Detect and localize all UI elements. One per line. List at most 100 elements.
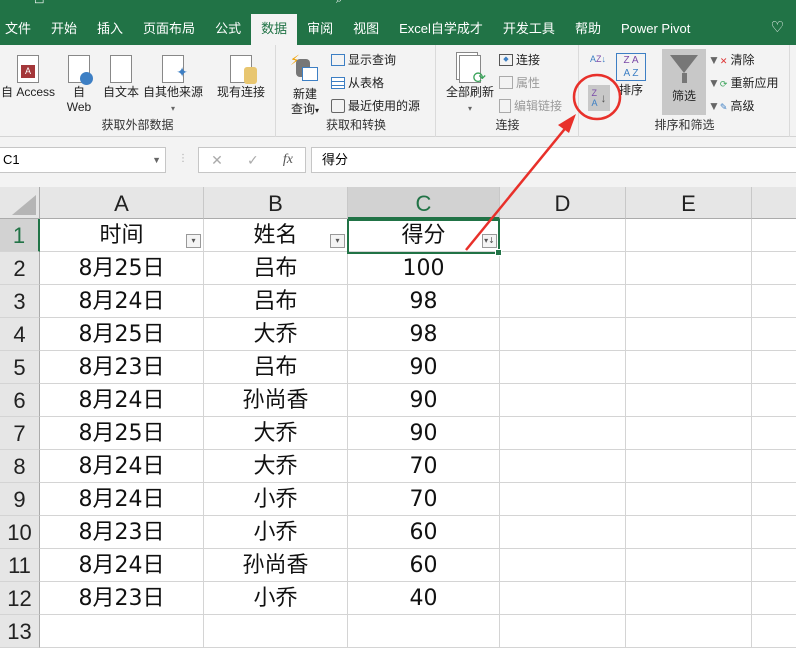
cell[interactable] — [752, 318, 796, 351]
cell[interactable]: 8月23日 — [40, 351, 204, 384]
show-queries-button[interactable]: 显示查询 — [331, 51, 396, 68]
existing-connections-button[interactable]: 现有连接 — [212, 49, 270, 100]
cell[interactable] — [500, 582, 626, 615]
row-header[interactable]: 6 — [0, 384, 40, 417]
cell[interactable]: 姓名 ▾ — [204, 219, 348, 252]
cell[interactable] — [204, 615, 348, 648]
row-header[interactable]: 1 — [0, 219, 40, 252]
cell[interactable]: 大乔 — [204, 450, 348, 483]
column-header-e[interactable]: E — [626, 187, 752, 219]
tab-5[interactable]: 数据 — [251, 14, 298, 45]
cell[interactable]: 98 — [348, 285, 500, 318]
cell[interactable]: 吕布 — [204, 252, 348, 285]
cell[interactable] — [626, 219, 752, 252]
cell[interactable]: 孙尚香 — [204, 384, 348, 417]
cell[interactable] — [752, 615, 796, 648]
cell[interactable]: 90 — [348, 417, 500, 450]
from-table-button[interactable]: 从表格 — [331, 74, 384, 91]
print-preview-icon[interactable]: ⌕ — [336, 0, 342, 6]
cell[interactable] — [348, 615, 500, 648]
column-header-f[interactable] — [752, 187, 796, 219]
cell[interactable]: 8月25日 — [40, 318, 204, 351]
cell[interactable]: 8月24日 — [40, 483, 204, 516]
cell[interactable] — [752, 417, 796, 450]
reapply-button[interactable]: ▼⟳ 重新应用 — [708, 74, 778, 91]
filter-button[interactable]: 筛选 — [662, 49, 706, 115]
sort-button[interactable]: Z AA Z 排序 — [614, 49, 648, 98]
cell[interactable] — [40, 615, 204, 648]
refresh-all-button[interactable]: ⟳ 全部刷新 ▾ — [441, 49, 499, 116]
cell[interactable] — [752, 450, 796, 483]
cell[interactable] — [626, 483, 752, 516]
cell[interactable] — [626, 549, 752, 582]
row-header[interactable]: 2 — [0, 252, 40, 285]
tab-0[interactable]: 文件 — [0, 14, 41, 45]
cell[interactable] — [752, 285, 796, 318]
cell[interactable] — [500, 318, 626, 351]
tab-8[interactable]: Excel自学成才 — [389, 14, 493, 45]
row-header[interactable]: 8 — [0, 450, 40, 483]
tell-me-lightbulb-icon[interactable]: ♡ — [771, 18, 784, 36]
row-header[interactable]: 4 — [0, 318, 40, 351]
cell[interactable] — [626, 285, 752, 318]
cell[interactable]: 8月23日 — [40, 516, 204, 549]
tab-7[interactable]: 视图 — [343, 14, 389, 45]
cell[interactable] — [500, 417, 626, 450]
chevron-down-icon[interactable]: ▼ — [152, 148, 161, 172]
cell[interactable] — [626, 351, 752, 384]
tab-6[interactable]: 审阅 — [297, 14, 343, 45]
tab-1[interactable]: 开始 — [41, 14, 87, 45]
select-all-button[interactable] — [0, 187, 40, 219]
cell[interactable]: 70 — [348, 483, 500, 516]
cell[interactable] — [626, 615, 752, 648]
row-header[interactable]: 9 — [0, 483, 40, 516]
cell[interactable] — [500, 219, 626, 252]
tab-11[interactable]: Power Pivot — [611, 14, 700, 45]
cell[interactable] — [500, 615, 626, 648]
filter-dropdown-icon[interactable]: ▾ — [186, 234, 201, 248]
connections-button[interactable]: ◆ 连接 — [499, 51, 540, 68]
cell[interactable]: 8月24日 — [40, 549, 204, 582]
cell[interactable]: 8月24日 — [40, 450, 204, 483]
cell[interactable] — [626, 417, 752, 450]
cell[interactable]: 60 — [348, 516, 500, 549]
cell[interactable]: 小乔 — [204, 582, 348, 615]
row-header[interactable]: 10 — [0, 516, 40, 549]
cell[interactable]: 吕布 — [204, 285, 348, 318]
cell[interactable] — [752, 483, 796, 516]
column-header-d[interactable]: D — [500, 187, 626, 219]
cell[interactable]: 吕布 — [204, 351, 348, 384]
cell[interactable]: 得分 ▾↓ — [348, 219, 500, 252]
row-header[interactable]: 7 — [0, 417, 40, 450]
cell[interactable] — [626, 450, 752, 483]
tab-9[interactable]: 开发工具 — [493, 14, 565, 45]
cell[interactable] — [626, 516, 752, 549]
cell[interactable]: 8月25日 — [40, 252, 204, 285]
cell[interactable]: 70 — [348, 450, 500, 483]
cell[interactable] — [752, 549, 796, 582]
cell[interactable] — [500, 285, 626, 318]
row-header[interactable]: 5 — [0, 351, 40, 384]
cell[interactable]: 小乔 — [204, 516, 348, 549]
cell[interactable] — [752, 516, 796, 549]
sort-ascending-button[interactable]: AZ↓ — [590, 55, 606, 64]
clear-filter-button[interactable]: ▼✕ 清除 — [708, 51, 754, 68]
column-header-a[interactable]: A — [40, 187, 204, 219]
cell[interactable] — [626, 318, 752, 351]
cell[interactable]: 40 — [348, 582, 500, 615]
fill-handle[interactable] — [495, 249, 502, 256]
cell[interactable]: 孙尚香 — [204, 549, 348, 582]
tab-4[interactable]: 公式 — [205, 14, 251, 45]
recent-sources-button[interactable]: 最近使用的源 — [331, 97, 420, 114]
from-web-button[interactable]: 自 Web — [62, 49, 96, 115]
cell[interactable]: 90 — [348, 351, 500, 384]
column-header-b[interactable]: B — [204, 187, 348, 219]
tab-10[interactable]: 帮助 — [565, 14, 611, 45]
cell[interactable] — [500, 384, 626, 417]
cell[interactable] — [500, 450, 626, 483]
cell[interactable]: 8月23日 — [40, 582, 204, 615]
cell[interactable] — [626, 582, 752, 615]
cell[interactable] — [626, 252, 752, 285]
cell[interactable] — [500, 252, 626, 285]
name-box[interactable]: C1 ▼ — [0, 147, 166, 173]
